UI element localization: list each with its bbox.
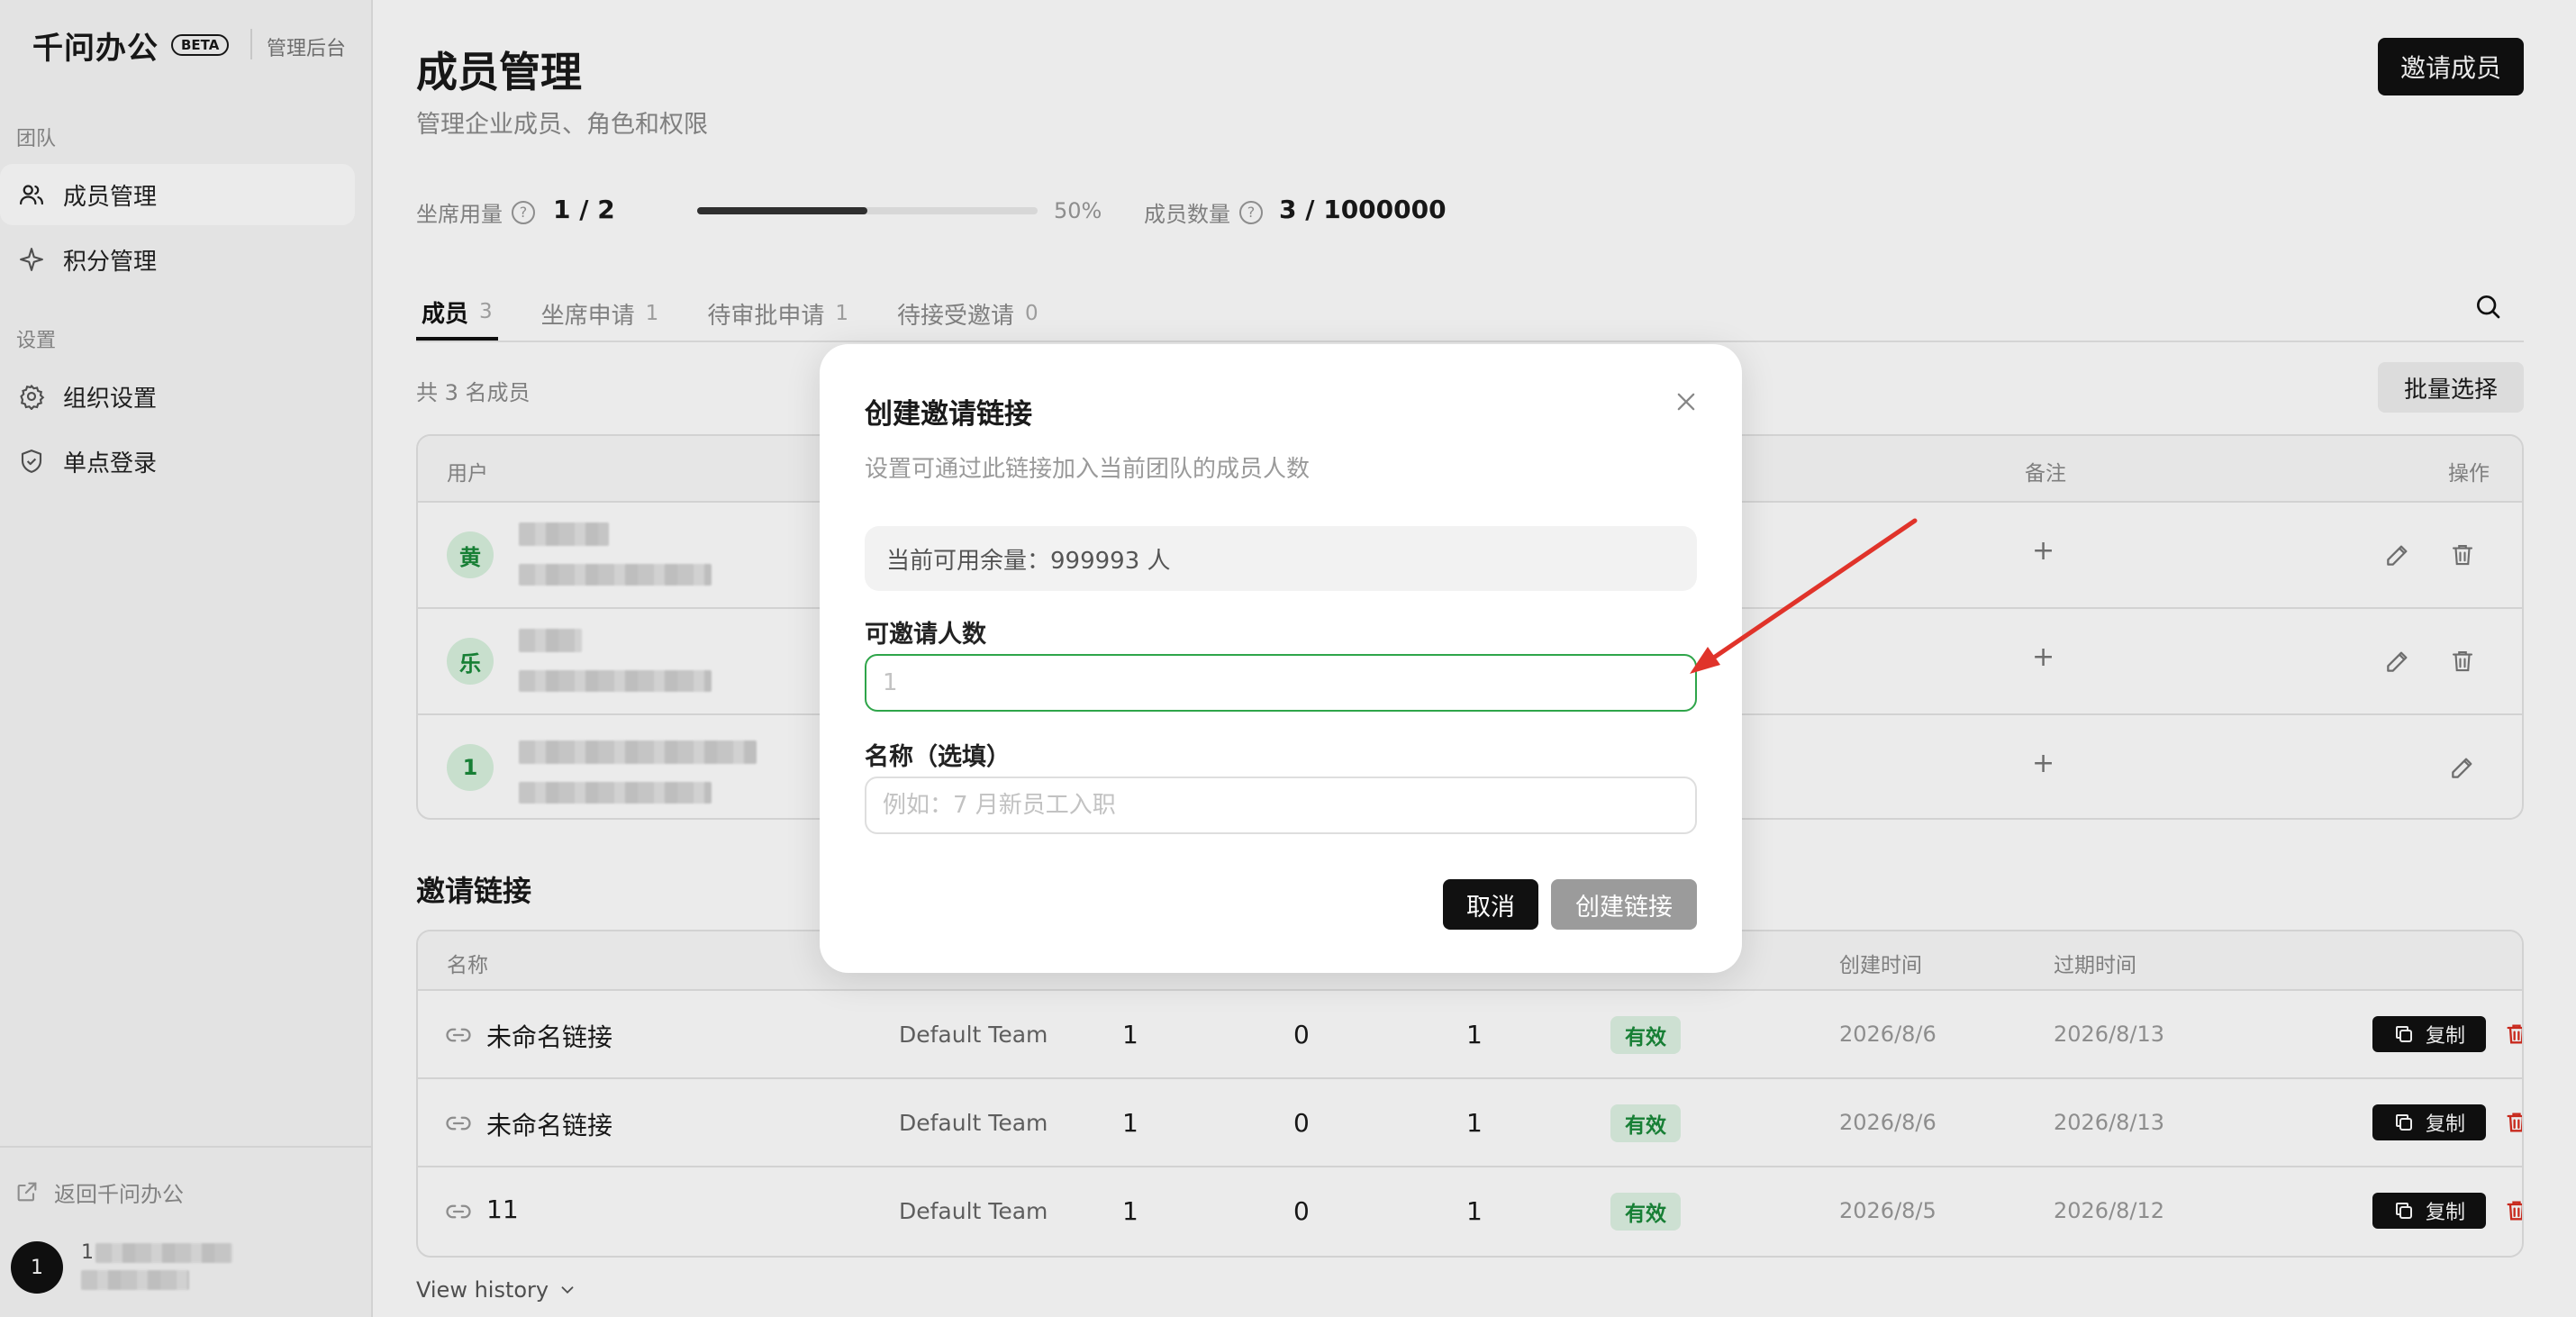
dialog-title: 创建邀请链接 [865,398,1032,431]
link-name-label: 名称（选填） [865,743,1011,771]
create-link-button[interactable]: 创建链接 [1551,879,1697,930]
available-quota: 当前可用余量：999993 人 [865,526,1697,591]
link-name-input[interactable] [865,777,1697,834]
invite-count-input[interactable] [865,654,1697,712]
dialog-description: 设置可通过此链接加入当前团队的成员人数 [865,456,1311,483]
cancel-button[interactable]: 取消 [1443,879,1538,930]
close-icon [1677,393,1695,411]
close-button[interactable] [1670,386,1702,418]
invite-count-label: 可邀请人数 [865,621,986,649]
create-invite-link-dialog: 创建邀请链接 设置可通过此链接加入当前团队的成员人数 当前可用余量：999993… [820,344,1742,973]
